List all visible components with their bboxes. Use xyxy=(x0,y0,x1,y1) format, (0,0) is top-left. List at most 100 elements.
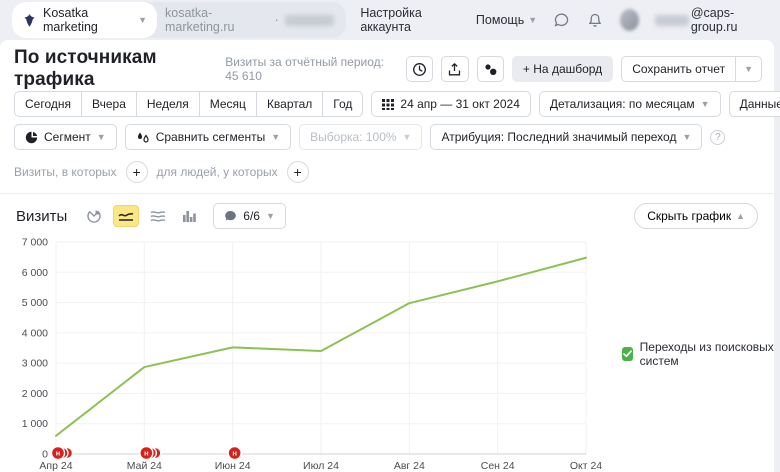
divider xyxy=(0,193,774,194)
add-to-dashboard-button[interactable]: + На дашборд xyxy=(512,56,613,82)
attribution-dropdown[interactable]: Атрибуция: Последний значимый переход ▼ xyxy=(430,124,702,150)
chevron-down-icon: ▼ xyxy=(271,132,280,142)
people-condition-label: для людей, у которых xyxy=(157,165,278,179)
metric-label: Визиты xyxy=(16,208,67,225)
account-settings-link[interactable]: Настройка аккаунта xyxy=(360,6,460,34)
legend-checkbox[interactable] xyxy=(622,347,633,361)
title-actions: Визиты за отчётный период: 45 610 + На д… xyxy=(225,55,762,83)
compare-segments-icon xyxy=(136,131,150,144)
compare-segments-dropdown[interactable]: Сравнить сегменты ▼ xyxy=(125,124,291,150)
topbar: Kosatka marketing ▼ kosatka-marketing.ru… xyxy=(0,0,780,40)
counter-id-blurred xyxy=(285,15,335,26)
chevron-down-icon: ▼ xyxy=(138,15,147,25)
y-tick-label: 0 xyxy=(42,449,48,461)
line-chart-icon[interactable] xyxy=(113,205,139,227)
chevron-down-icon: ▼ xyxy=(403,132,412,142)
date-range-button[interactable]: 24 апр — 31 окт 2024 xyxy=(371,91,530,117)
stacked-chart-icon[interactable] xyxy=(145,205,171,227)
y-tick-label: 4 000 xyxy=(22,327,48,339)
pie-chart-icon[interactable] xyxy=(81,205,107,227)
x-tick-label: Июн 24 xyxy=(215,460,251,472)
save-report-menu-button[interactable]: ▼ xyxy=(735,56,762,82)
quick-range-group: Сегодня Вчера Неделя Месяц Квартал Год xyxy=(14,91,363,117)
condition-row: Визиты, в которых + для людей, у которых… xyxy=(0,161,774,183)
date-range-value: 24 апр — 31 окт 2024 xyxy=(400,97,519,111)
y-tick-label: 7 000 xyxy=(22,237,48,249)
email-prefix-blurred xyxy=(655,15,689,26)
history-button[interactable] xyxy=(406,56,433,82)
bell-icon[interactable] xyxy=(586,10,603,30)
y-tick-label: 5 000 xyxy=(22,297,48,309)
topbar-right: Настройка аккаунта Помощь ▼ @caps-group.… xyxy=(360,6,768,34)
counter-group: Kosatka marketing ▼ kosatka-marketing.ru… xyxy=(12,2,346,38)
segment-dropdown[interactable]: Сегмент ▼ xyxy=(14,124,117,150)
site-domain: kosatka-marketing.ru xyxy=(165,6,268,34)
range-month-button[interactable]: Месяц xyxy=(199,91,257,117)
chat-icon[interactable] xyxy=(553,10,570,30)
chevron-down-icon: ▼ xyxy=(97,132,106,142)
export-button[interactable] xyxy=(441,56,468,82)
detalization-dropdown[interactable]: Детализация: по месяцам ▼ xyxy=(539,91,721,117)
x-tick-label: Июл 24 xyxy=(303,460,339,472)
x-tick-label: Окт 24 xyxy=(570,460,602,472)
clock-icon xyxy=(412,62,427,77)
visits-condition-label: Визиты, в которых xyxy=(14,165,117,179)
segment-filter-row: Сегмент ▼ Сравнить сегменты ▼ Выборка: 1… xyxy=(0,124,774,150)
note-marker-glyph: н xyxy=(56,449,61,458)
series-count-value: 6/6 xyxy=(243,209,260,223)
chevron-down-icon: ▼ xyxy=(682,132,691,142)
note-marker-glyph: н xyxy=(144,449,149,458)
save-report-button[interactable]: Сохранить отчет xyxy=(621,56,736,82)
sampling-dropdown[interactable]: Выборка: 100% ▼ xyxy=(299,124,422,150)
chevron-down-icon: ▼ xyxy=(744,64,753,74)
legend-label: Переходы из поисковых систем xyxy=(640,340,774,368)
x-tick-label: Авг 24 xyxy=(394,460,425,472)
chart-header: Визиты 6/6 ▼ Скрыть график ▲ xyxy=(0,203,774,229)
visits-period-text: Визиты за отчётный период: 45 610 xyxy=(225,55,393,83)
help-icon[interactable]: ? xyxy=(710,130,725,145)
comments-icon xyxy=(224,210,237,222)
avatar[interactable] xyxy=(620,9,639,31)
chart-area: 7 0006 0005 0004 0003 0002 0001 0000Апр … xyxy=(0,233,774,472)
y-tick-label: 6 000 xyxy=(22,267,48,279)
data-mode-dropdown[interactable]: Данные: с роботами ▼ xyxy=(729,91,780,117)
x-tick-label: Апр 24 xyxy=(39,460,72,472)
calendar-grid-icon xyxy=(382,98,394,110)
dots-icon xyxy=(483,62,498,77)
export-icon xyxy=(447,62,462,77)
chevron-down-icon: ▼ xyxy=(266,211,275,221)
x-tick-label: Май 24 xyxy=(127,460,162,472)
help-menu[interactable]: Помощь ▼ xyxy=(476,13,537,27)
y-tick-label: 2 000 xyxy=(22,388,48,400)
chevron-down-icon: ▼ xyxy=(701,99,710,109)
add-people-condition-button[interactable]: + xyxy=(287,161,309,183)
series-count-dropdown[interactable]: 6/6 ▼ xyxy=(213,203,286,229)
bar-chart-icon[interactable] xyxy=(177,205,203,227)
range-yesterday-button[interactable]: Вчера xyxy=(81,91,137,117)
title-row: По источникам трафика Визиты за отчётный… xyxy=(0,52,774,84)
site-label: kosatka-marketing.ru · xyxy=(165,6,334,34)
save-report-split-button: Сохранить отчет ▼ xyxy=(621,56,762,82)
note-marker-glyph: н xyxy=(232,449,237,458)
counter-selector[interactable]: Kosatka marketing ▼ xyxy=(12,2,157,38)
chevron-up-icon: ▲ xyxy=(736,211,745,221)
page-title: По источникам трафика xyxy=(14,47,225,91)
y-tick-label: 1 000 xyxy=(22,418,48,430)
range-quarter-button[interactable]: Квартал xyxy=(256,91,323,117)
orca-logo-icon xyxy=(22,13,37,28)
chart-type-switcher: 6/6 ▼ xyxy=(81,203,286,229)
user-email[interactable]: @caps-group.ru xyxy=(655,6,769,34)
segment-icon xyxy=(25,131,38,144)
range-today-button[interactable]: Сегодня xyxy=(14,91,82,117)
date-filter-row: Сегодня Вчера Неделя Месяц Квартал Год 2… xyxy=(0,91,774,117)
report-card: По источникам трафика Визиты за отчётный… xyxy=(0,40,774,472)
range-week-button[interactable]: Неделя xyxy=(136,91,200,117)
hide-chart-button[interactable]: Скрыть график ▲ xyxy=(634,203,758,229)
add-visit-condition-button[interactable]: + xyxy=(126,161,148,183)
chevron-down-icon: ▼ xyxy=(528,15,537,25)
x-tick-label: Сен 24 xyxy=(481,460,515,472)
range-year-button[interactable]: Год xyxy=(322,91,363,117)
legend-item[interactable]: Переходы из поисковых систем xyxy=(622,340,774,368)
dots-button[interactable] xyxy=(477,56,504,82)
counter-name: Kosatka marketing xyxy=(43,6,132,34)
